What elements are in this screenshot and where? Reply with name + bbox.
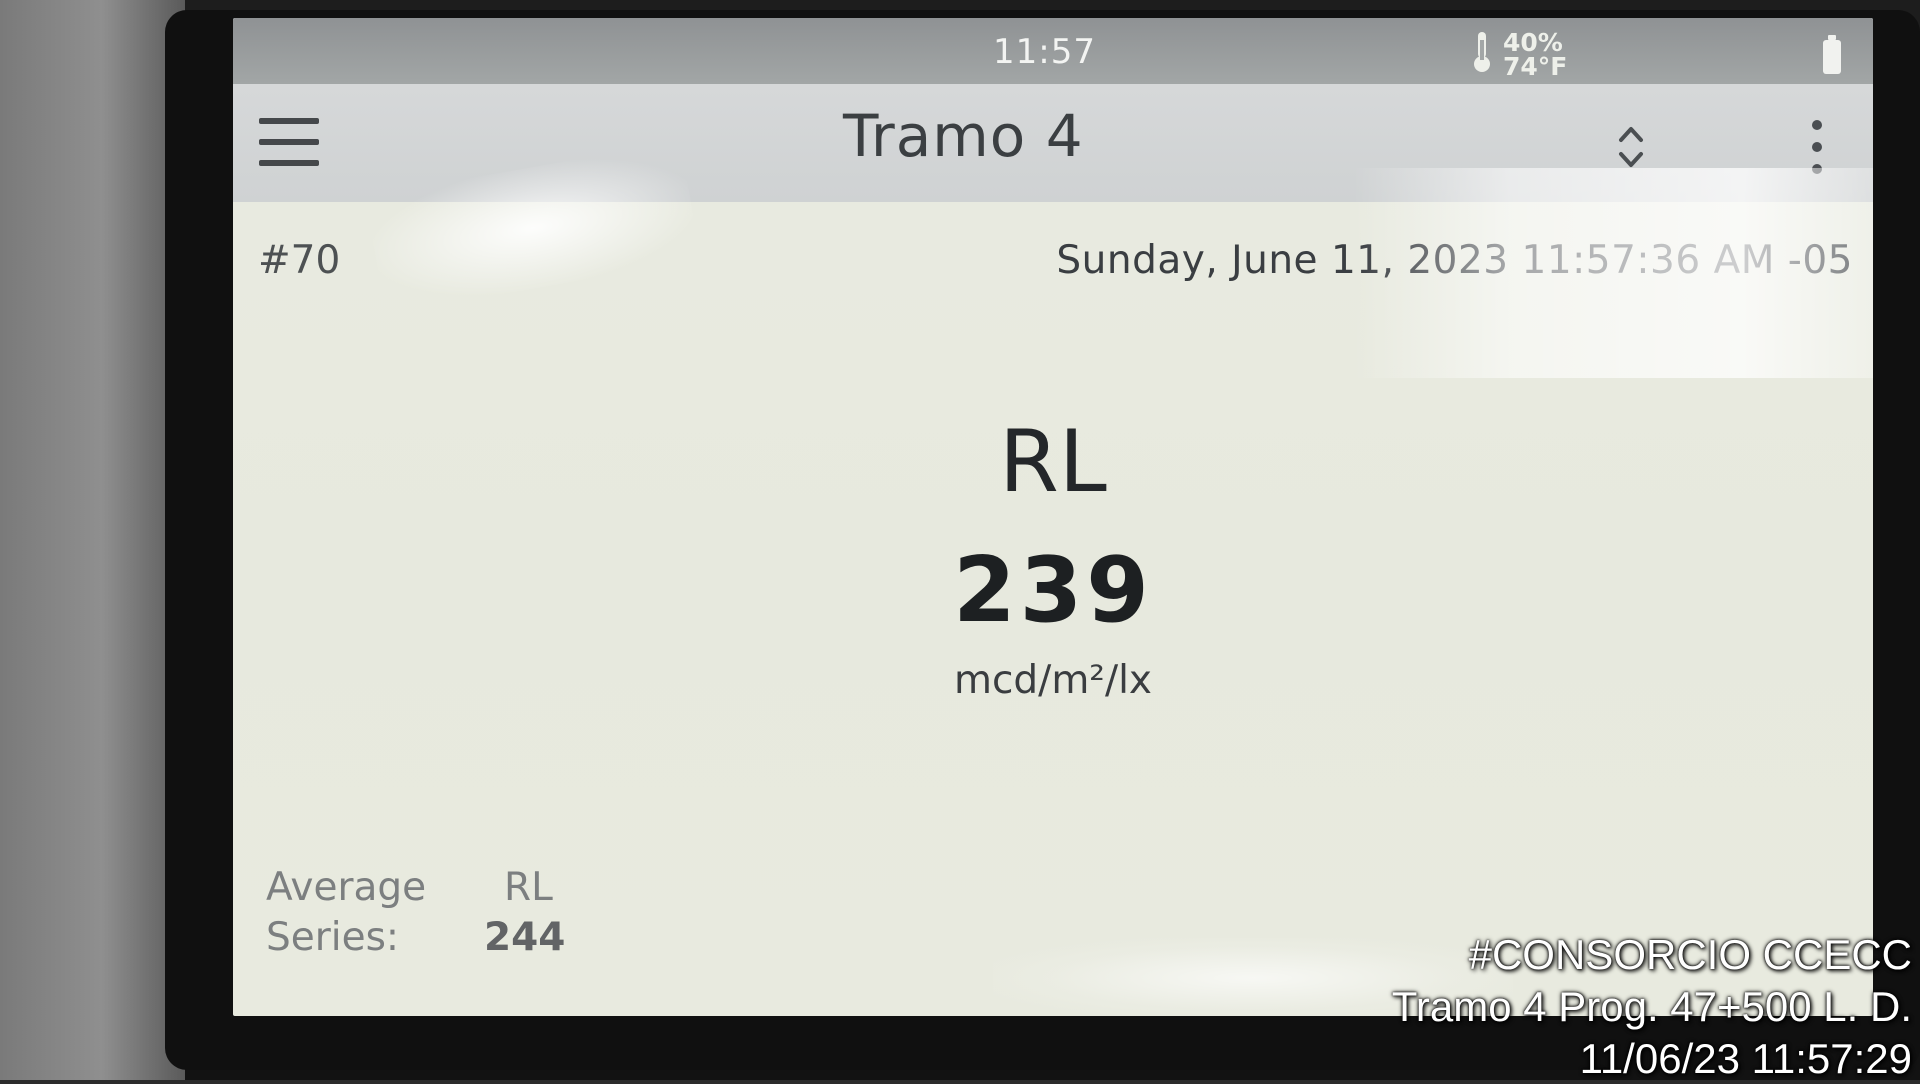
record-datetime: Sunday, June 11, 2023 11:57:36 AM -05: [1056, 238, 1853, 283]
menu-bar-line: [259, 139, 319, 145]
average-label-line2: Series:: [266, 915, 400, 960]
photo-watermark-line2: Tramo 4 Prog. 47+500 L. D.: [1391, 983, 1912, 1030]
vertical-ellipsis-icon[interactable]: [1807, 118, 1827, 178]
device-side-panel: [0, 0, 185, 1080]
humidity-value: 40%: [1503, 28, 1563, 57]
reading-panel: #70 Sunday, June 11, 2023 11:57:36 AM -0…: [233, 202, 1873, 1016]
average-value: 244: [484, 915, 566, 960]
average-metric-label: RL: [504, 865, 553, 910]
page-title: Tramo 4: [843, 102, 1084, 170]
metric-label: RL: [999, 412, 1107, 512]
status-time: 11:57: [993, 32, 1096, 72]
ellipsis-dot: [1812, 120, 1822, 130]
status-bar: 11:57 40% 74°F: [233, 18, 1873, 84]
photo-watermark-line3: 11/06/23 11:57:29: [1579, 1035, 1912, 1082]
device-screen: 11:57 40% 74°F Tramo 4 #70 Sunday, June …: [233, 18, 1873, 1016]
menu-bar-line: [259, 160, 319, 166]
menu-bar-line: [259, 118, 319, 124]
ellipsis-dot: [1812, 164, 1822, 174]
app-bar: Tramo 4: [233, 84, 1873, 202]
battery-icon: [1823, 35, 1841, 74]
up-down-chevron-icon[interactable]: [1617, 124, 1645, 170]
record-id: #70: [258, 238, 341, 283]
thermometer-icon: [1474, 32, 1490, 72]
ellipsis-dot: [1812, 142, 1822, 152]
average-series: Average Series: RL 244: [266, 864, 626, 974]
metric-value: 239: [953, 538, 1153, 643]
photo-watermark-line1: #CONSORCIO CCECC: [1468, 931, 1912, 978]
temperature-value: 74°F: [1503, 52, 1568, 81]
temperature-humidity-indicator: 40% 74°F: [1469, 26, 1579, 80]
hamburger-menu-icon[interactable]: [259, 118, 319, 166]
device-photo: 11:57 40% 74°F Tramo 4 #70 Sunday, June …: [0, 0, 1920, 1082]
metric-unit: mcd/m²/lx: [953, 658, 1152, 703]
average-label-line1: Average: [266, 865, 427, 910]
